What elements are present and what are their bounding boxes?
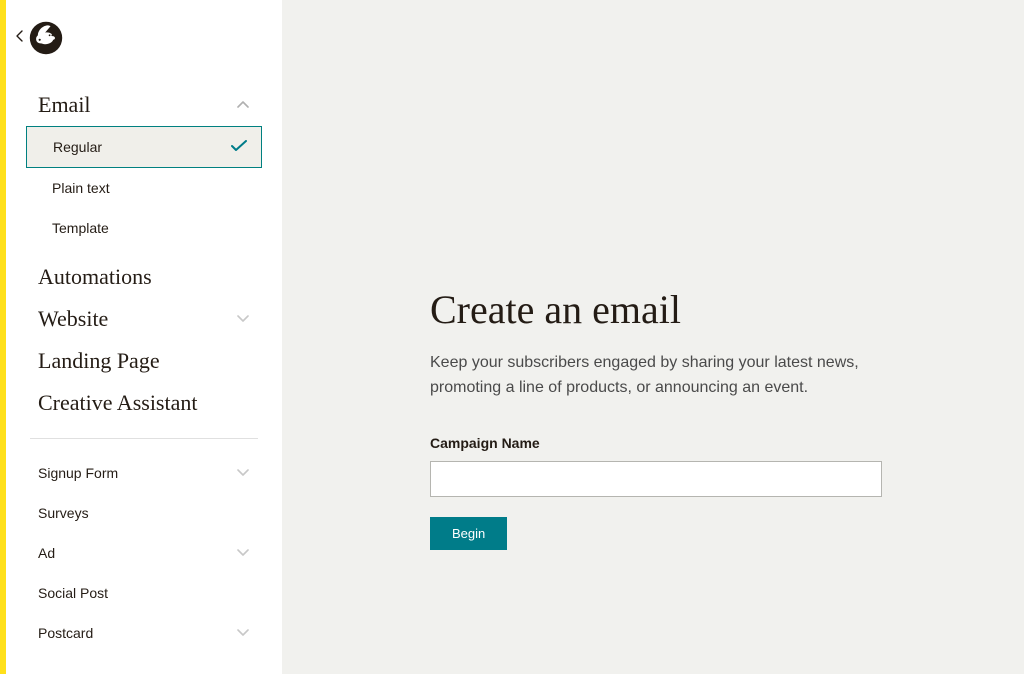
sidebar-item-label: Signup Form	[38, 465, 118, 481]
page-title: Create an email	[430, 286, 1024, 333]
mailchimp-logo[interactable]	[28, 20, 64, 56]
check-icon	[231, 139, 247, 155]
sidebar-item-label: Postcard	[38, 625, 93, 641]
sidebar-item-label: Template	[52, 220, 109, 236]
sidebar-section-creative-assistant[interactable]: Creative Assistant	[6, 382, 282, 424]
chevron-down-icon	[236, 626, 250, 640]
sidebar-section-label: Landing Page	[38, 348, 160, 374]
sidebar-item-label: Social Post	[38, 585, 108, 601]
sidebar-section-landing-page[interactable]: Landing Page	[6, 340, 282, 382]
chevron-down-icon	[236, 312, 250, 326]
logo-row	[6, 20, 282, 56]
sidebar-item-signup-form[interactable]: Signup Form	[6, 453, 282, 493]
sidebar-item-social-post[interactable]: Social Post	[6, 573, 282, 613]
sidebar-item-plain-text[interactable]: Plain text	[26, 168, 262, 208]
back-icon[interactable]	[16, 29, 24, 47]
sidebar-item-label: Plain text	[52, 180, 110, 196]
sidebar-item-label: Ad	[38, 545, 55, 561]
campaign-name-label: Campaign Name	[430, 435, 1024, 451]
sidebar-item-label: Regular	[53, 139, 102, 155]
sidebar-section-label: Website	[38, 306, 108, 332]
chevron-down-icon	[236, 466, 250, 480]
main-content: Create an email Keep your subscribers en…	[282, 0, 1024, 674]
chevron-down-icon	[236, 546, 250, 560]
divider	[30, 438, 258, 439]
sidebar-item-ad[interactable]: Ad	[6, 533, 282, 573]
page-description: Keep your subscribers engaged by sharing…	[430, 351, 870, 401]
sidebar-section-automations[interactable]: Automations	[6, 256, 282, 298]
sidebar-item-regular[interactable]: Regular	[26, 126, 262, 168]
sidebar-item-label: Surveys	[38, 505, 89, 521]
sidebar-section-website[interactable]: Website	[6, 298, 282, 340]
chevron-up-icon	[236, 98, 250, 112]
sidebar-item-postcard[interactable]: Postcard	[6, 613, 282, 653]
sidebar-section-email[interactable]: Email	[6, 84, 282, 126]
email-subitems: Regular Plain text Template	[6, 126, 282, 256]
sidebar: Email Regular Plain text Template Automa…	[6, 0, 282, 674]
sidebar-section-label: Email	[38, 92, 91, 118]
sidebar-item-surveys[interactable]: Surveys	[6, 493, 282, 533]
sidebar-section-label: Creative Assistant	[38, 390, 197, 416]
campaign-name-input[interactable]	[430, 461, 882, 497]
sidebar-item-template[interactable]: Template	[26, 208, 262, 248]
begin-button[interactable]: Begin	[430, 517, 507, 550]
sidebar-section-label: Automations	[38, 264, 152, 290]
